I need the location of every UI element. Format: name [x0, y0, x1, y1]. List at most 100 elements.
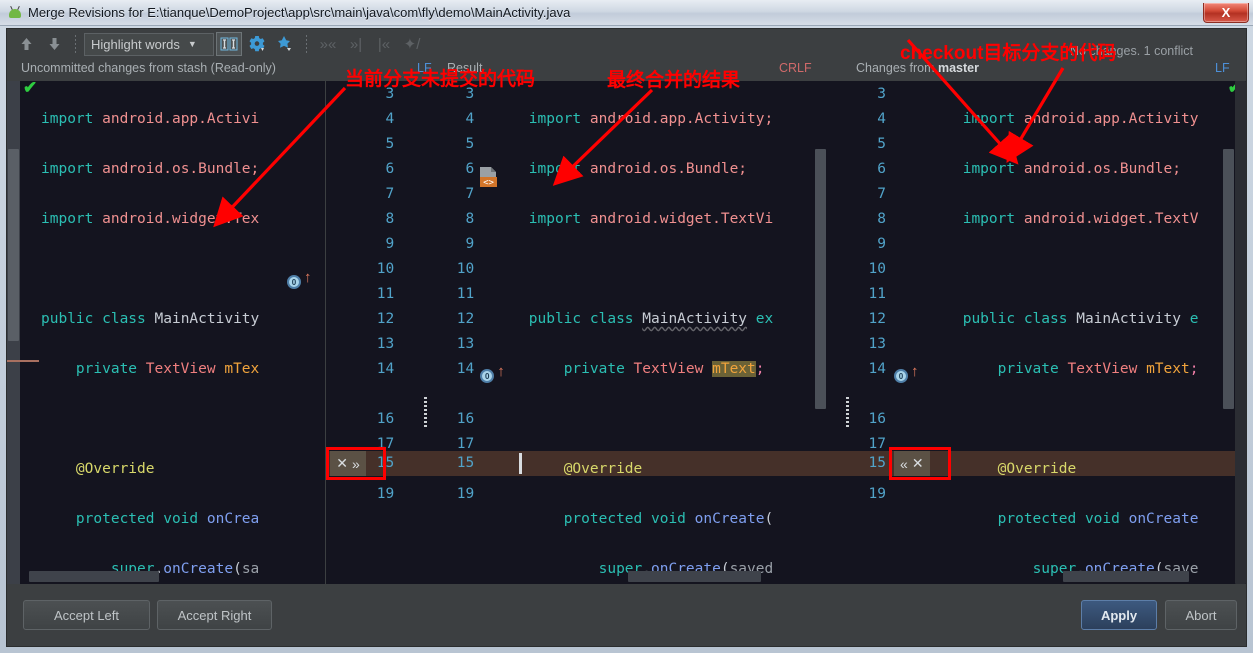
code-line: protected void onCrea: [75, 511, 260, 527]
line-number: 6: [877, 161, 887, 177]
no-problems-icon: ✔: [23, 81, 38, 97]
right-line-numbers: 345678910111213141516171819: [862, 82, 886, 507]
line-number: 7: [465, 186, 475, 202]
arrow-up-icon[interactable]: [13, 32, 39, 56]
magic-wand-icon[interactable]: ✦/: [399, 32, 425, 56]
gear-icon[interactable]: [244, 32, 270, 56]
accept-right-chunk-icon[interactable]: «: [900, 456, 908, 472]
line-number: 11: [868, 286, 887, 302]
line-number: 14: [376, 361, 395, 377]
line-number: 6: [385, 161, 395, 177]
code-line: private TextView mText;: [563, 361, 765, 377]
line-number: 5: [877, 136, 887, 152]
left-editor-pane[interactable]: ✔ import android.app.Activi import andro…: [7, 81, 326, 584]
revert-conflict-icon[interactable]: ✕: [336, 455, 348, 472]
line-number: 9: [877, 236, 887, 252]
title-bar: Merge Revisions for E:\tianque\DemoProje…: [0, 0, 1253, 26]
center-gutter-left: 345678910111213141516171819 345678910111…: [326, 81, 518, 584]
conflict-actions-right[interactable]: « ✕: [894, 451, 930, 476]
code-line: public class MainActivity ex: [528, 311, 774, 327]
code-line: @Override: [75, 461, 155, 477]
code-line: public class MainActivity e: [962, 311, 1199, 327]
apply-button[interactable]: Apply: [1081, 600, 1157, 630]
center-line-number-conflict: 15: [456, 455, 475, 471]
line-number: 9: [465, 236, 475, 252]
line-number: 19: [868, 486, 887, 502]
right-line-number-conflict: 15: [868, 455, 887, 471]
whitespace-toggle-icon[interactable]: [216, 32, 242, 56]
window-controls[interactable]: X: [1203, 0, 1249, 26]
up-arrow-icon: ↑: [497, 363, 505, 380]
chevron-down-icon: ▼: [187, 39, 197, 49]
conflict-actions-left[interactable]: ✕ »: [330, 451, 366, 476]
line-number: 13: [456, 336, 475, 352]
left-change-marker: [7, 360, 39, 362]
code-line: protected void onCreate(: [563, 511, 774, 527]
line-number: 13: [868, 336, 887, 352]
result-pane-vscrollbar[interactable]: [815, 149, 827, 409]
accept-left-button[interactable]: Accept Left: [23, 600, 150, 630]
text-caret: [518, 453, 522, 474]
diff-connector-dots: [846, 397, 850, 429]
code-line: import android.app.Activi: [41, 111, 260, 127]
merge-editors: ✔ import android.app.Activi import andro…: [7, 81, 1246, 584]
right-pane-scroll-track[interactable]: [1235, 81, 1246, 584]
code-line: private TextView mTex: [75, 361, 260, 377]
accept-right-button[interactable]: Accept Right: [157, 600, 272, 630]
code-fold-icon[interactable]: <>: [478, 167, 502, 189]
left-pane-vscrollbar[interactable]: [8, 149, 19, 341]
line-number: 8: [385, 211, 395, 227]
apply-non-conflicts-left-icon[interactable]: »|: [343, 32, 369, 56]
result-code-content: import android.app.Activity; import andr…: [529, 82, 773, 584]
highlight-mode-label: Highlight words: [91, 36, 180, 52]
line-number: 14: [456, 361, 475, 377]
android-studio-icon: [7, 5, 23, 21]
code-line: import android.app.Activity: [962, 111, 1199, 127]
accept-left-chunk-icon[interactable]: »: [352, 456, 360, 472]
apply-non-conflicts-right-icon[interactable]: |«: [371, 32, 397, 56]
bookmark-badge-icon: 0: [894, 369, 909, 383]
line-number: 12: [376, 311, 395, 327]
line-number: 13: [376, 336, 395, 352]
line-number: 8: [877, 211, 887, 227]
apply-all-non-conflicts-icon[interactable]: »«: [315, 32, 341, 56]
line-number: 12: [868, 311, 887, 327]
revert-conflict-icon-right[interactable]: ✕: [912, 455, 924, 472]
result-pane-hscrollbar[interactable]: [627, 571, 761, 582]
result-editor-pane[interactable]: import android.app.Activity; import andr…: [516, 81, 827, 584]
highlight-mode-select[interactable]: Highlight words ▼: [84, 32, 214, 56]
center-gutter-right: 345678910111213141516171819 0 ↑ 15 « ✕: [826, 81, 952, 584]
line-number: 16: [376, 411, 395, 427]
magic-resolve-icon[interactable]: [272, 32, 298, 56]
line-number: 3: [877, 86, 887, 102]
line-number: 19: [376, 486, 395, 502]
code-line: @Override: [563, 461, 643, 477]
right-editor-pane[interactable]: import android.app.Activity import andro…: [950, 81, 1246, 584]
left-pane-hscrollbar[interactable]: [29, 571, 159, 582]
left-pane-header: Uncommitted changes from stash (Read-onl…: [21, 61, 276, 75]
right-pane-vscrollbar[interactable]: [1223, 149, 1234, 409]
right-code-content: import android.app.Activity import andro…: [963, 82, 1199, 584]
diff-connector-dots: [424, 397, 428, 429]
annotation-right-pane: checkout目标分支的代码: [900, 43, 1117, 64]
line-number: 11: [376, 286, 395, 302]
line-number: 4: [465, 111, 475, 127]
abort-button[interactable]: Abort: [1165, 600, 1237, 630]
code-line: import android.os.Bundle;: [962, 161, 1181, 177]
line-number: 16: [868, 411, 887, 427]
line-number: 11: [456, 286, 475, 302]
annotation-result-pane: 最终合并的结果: [607, 70, 741, 91]
right-pane-hscrollbar[interactable]: [1062, 571, 1189, 582]
line-number: 5: [465, 136, 475, 152]
line-number: 4: [877, 111, 887, 127]
line-number: 7: [877, 186, 887, 202]
arrow-down-icon[interactable]: [41, 32, 67, 56]
close-icon[interactable]: X: [1203, 2, 1249, 23]
bookmark-badge-icon: 0: [480, 369, 495, 383]
toolbar-separator-2: [306, 35, 307, 53]
line-number: 9: [385, 236, 395, 252]
line-number: 6: [465, 161, 475, 177]
